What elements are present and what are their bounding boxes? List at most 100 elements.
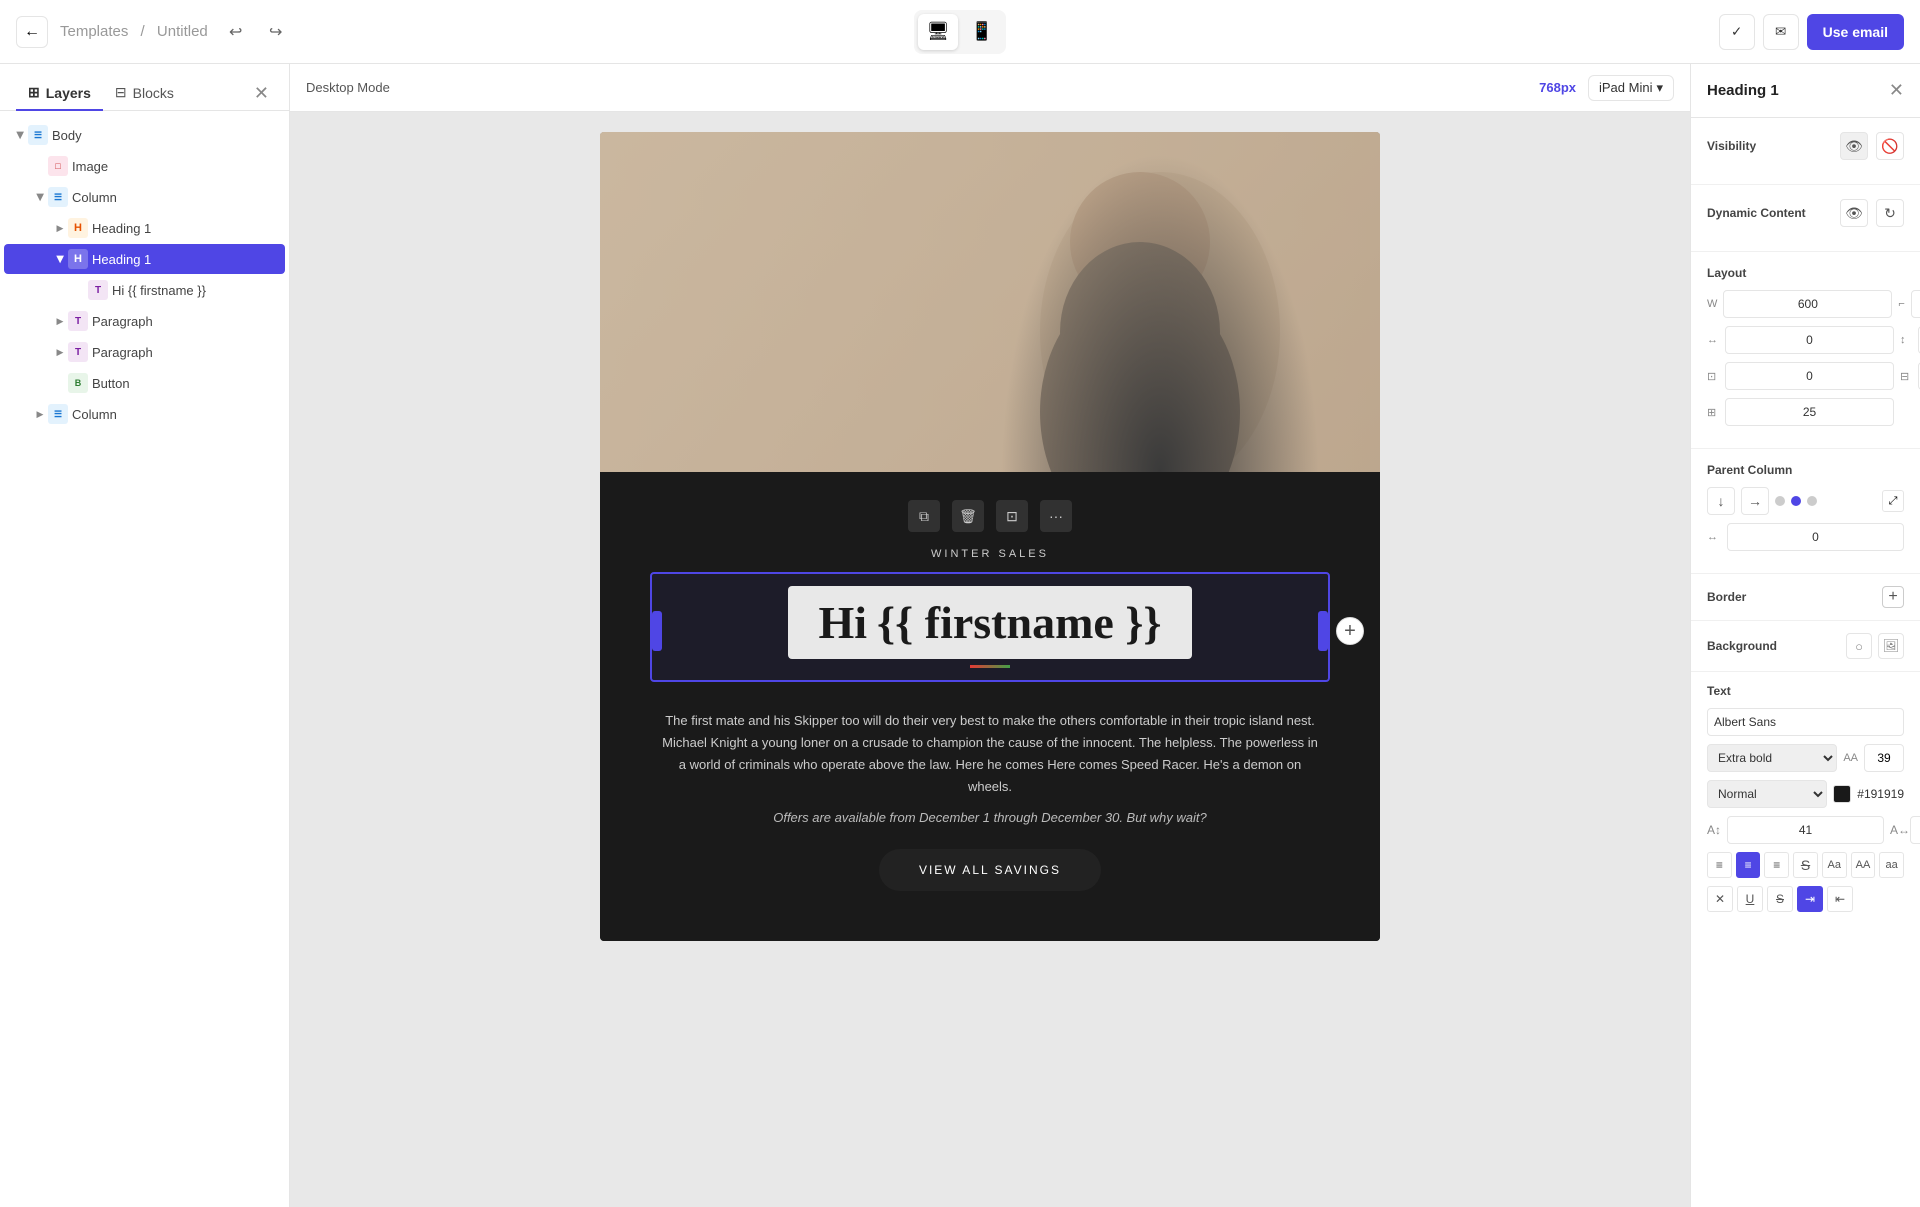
tab-blocks[interactable]: ⊟ Blocks xyxy=(103,76,186,111)
device-label: iPad Mini xyxy=(1599,80,1652,95)
tree-item-paragraph2[interactable]: ▶ T Paragraph xyxy=(4,337,285,367)
normal-select[interactable]: Normal xyxy=(1707,780,1827,808)
tree-item-column2[interactable]: ▶ ☰ Column xyxy=(4,399,285,429)
parent-gap-input[interactable] xyxy=(1727,523,1904,551)
email-wrapper: ⚡ xyxy=(600,132,1380,1187)
undo-button[interactable]: ↩ xyxy=(220,16,252,48)
parent-col-gap-row: ↔ xyxy=(1707,523,1904,551)
view-toggle: 🖥 📱 xyxy=(914,10,1006,54)
parent-col-label: Parent Column xyxy=(1707,463,1792,477)
sidebar: ⊞ Layers ⊟ Blocks ✕ ▶ ☰ Body □ Image xyxy=(0,64,290,1207)
tree-item-column1[interactable]: ▶ ☰ Column xyxy=(4,182,285,212)
background-row: Background ○ 🖼 xyxy=(1707,633,1904,659)
sidebar-close-button[interactable]: ✕ xyxy=(250,79,273,108)
email-cta-button[interactable]: VIEW ALL SAVINGS xyxy=(879,849,1101,891)
tree-item-image[interactable]: □ Image xyxy=(4,151,285,181)
text-align-center-button[interactable]: ≡ xyxy=(1736,852,1761,878)
tree-item-heading1-selected[interactable]: ▶ H Heading 1 xyxy=(4,244,285,274)
letter-spacing-input[interactable] xyxy=(1910,816,1920,844)
chevron-icon: ▶ xyxy=(32,409,48,420)
lowercase-button[interactable]: aa xyxy=(1879,852,1904,878)
rtl-button[interactable]: ⇤ xyxy=(1827,886,1853,912)
align-down-button[interactable]: ↓ xyxy=(1707,487,1735,515)
gap-icon: ⊞ xyxy=(1707,406,1721,419)
cross-button[interactable]: ✕ xyxy=(1707,886,1733,912)
email-header-image: ⚡ xyxy=(600,132,1380,472)
text-align-right-button[interactable]: ≡ xyxy=(1764,852,1789,878)
underline-button[interactable]: U xyxy=(1737,886,1763,912)
email-heading-container[interactable]: Hi {{ firstname }} + xyxy=(660,572,1320,690)
breadcrumb-part2[interactable]: Untitled xyxy=(157,23,208,40)
tree-item-label: Body xyxy=(52,128,82,143)
bg-color-button[interactable]: ○ xyxy=(1846,633,1872,659)
width-input[interactable] xyxy=(1723,290,1892,318)
desktop-view-button[interactable]: 🖥 xyxy=(918,14,958,50)
visibility-hide-button[interactable]: 🚫 xyxy=(1876,132,1904,160)
rp-title: Heading 1 xyxy=(1707,82,1779,99)
font-size-input[interactable] xyxy=(1864,744,1904,772)
breadcrumb-sep: / xyxy=(141,23,145,40)
redo-button[interactable]: ↪ xyxy=(260,16,292,48)
text-align-row: ≡ ≡ ≡ S Aa AA aa xyxy=(1707,852,1904,878)
strikethrough-button[interactable]: S xyxy=(1793,852,1818,878)
resize-handle-left[interactable] xyxy=(652,611,662,651)
corner-input[interactable] xyxy=(1911,290,1920,318)
tree-item-heading1[interactable]: ▶ H Heading 1 xyxy=(4,213,285,243)
font-weight-row: Extra bold AA xyxy=(1707,744,1904,772)
sidebar-tabs: ⊞ Layers ⊟ Blocks ✕ xyxy=(0,64,289,111)
tree-item-paragraph1[interactable]: ▶ T Paragraph xyxy=(4,306,285,336)
uppercase-button[interactable]: Aa xyxy=(1822,852,1847,878)
align-dot3[interactable] xyxy=(1807,496,1817,506)
move-tool-button[interactable]: ⊡ xyxy=(996,500,1028,532)
uppercase2-button[interactable]: AA xyxy=(1851,852,1876,878)
align-dot1[interactable] xyxy=(1775,496,1785,506)
send-button[interactable]: ✉ xyxy=(1763,14,1799,50)
tree-item-firstname[interactable]: T Hi {{ firstname }} xyxy=(4,275,285,305)
back-button[interactable]: ← xyxy=(16,16,48,48)
chevron-icon: ▶ xyxy=(15,127,26,143)
device-selector[interactable]: iPad Mini ▾ xyxy=(1588,75,1674,101)
align-right-button[interactable]: → xyxy=(1741,487,1769,515)
tab-layers[interactable]: ⊞ Layers xyxy=(16,76,103,111)
rp-close-button[interactable]: ✕ xyxy=(1889,80,1904,101)
tree-item-button[interactable]: B Button xyxy=(4,368,285,398)
expand-parent-button[interactable]: ⤢ xyxy=(1882,490,1904,512)
visibility-show-button[interactable]: 👁 xyxy=(1840,132,1868,160)
gap-input[interactable] xyxy=(1725,398,1894,426)
email-body-text: The first mate and his Skipper too will … xyxy=(660,710,1320,798)
line-height-input[interactable] xyxy=(1727,816,1884,844)
dynamic-show-button[interactable]: 👁 xyxy=(1840,199,1868,227)
resize-handle-right[interactable] xyxy=(1318,611,1328,651)
email-heading-hi: Hi xyxy=(818,596,867,649)
add-border-button[interactable]: + xyxy=(1882,586,1904,608)
align-dot2[interactable] xyxy=(1791,496,1801,506)
decoration-row: ✕ U S ⇥ ⇤ xyxy=(1707,886,1904,912)
strikethrough2-button[interactable]: S xyxy=(1767,886,1793,912)
canvas-scroll[interactable]: ⚡ xyxy=(290,112,1690,1207)
font-weight-select[interactable]: Extra bold xyxy=(1707,744,1837,772)
text-align-left-button[interactable]: ≡ xyxy=(1707,852,1732,878)
dynamic-refresh-button[interactable]: ↻ xyxy=(1876,199,1904,227)
add-element-button[interactable]: + xyxy=(1336,617,1364,645)
visibility-label: Visibility xyxy=(1707,139,1756,153)
chevron-icon: ▶ xyxy=(52,316,68,327)
color-swatch[interactable] xyxy=(1833,785,1851,803)
tree-item-body[interactable]: ▶ ☰ Body xyxy=(4,120,285,150)
padding-inner-input[interactable] xyxy=(1725,362,1894,390)
tree-item-label: Column xyxy=(72,190,117,205)
tree-item-label: Image xyxy=(72,159,108,174)
more-tool-button[interactable]: ··· xyxy=(1040,500,1072,532)
delete-tool-button[interactable]: 🗑 xyxy=(952,500,984,532)
font-family-select[interactable]: Albert Sans xyxy=(1707,708,1904,736)
breadcrumb-part1[interactable]: Templates xyxy=(60,23,128,40)
check-button[interactable]: ✓ xyxy=(1719,14,1755,50)
topbar-left: ← Templates / Untitled ↩ ↪ xyxy=(16,16,1707,48)
padding-left-input[interactable] xyxy=(1725,326,1894,354)
copy-tool-button[interactable]: ⧉ xyxy=(908,500,940,532)
ltr-button[interactable]: ⇥ xyxy=(1797,886,1823,912)
email-cta-container[interactable]: VIEW ALL SAVINGS xyxy=(660,841,1320,891)
mobile-view-button[interactable]: 📱 xyxy=(962,14,1002,50)
use-email-button[interactable]: Use email xyxy=(1807,14,1904,50)
bg-image-button[interactable]: 🖼 xyxy=(1878,633,1904,659)
blocks-icon: ⊟ xyxy=(115,84,127,101)
